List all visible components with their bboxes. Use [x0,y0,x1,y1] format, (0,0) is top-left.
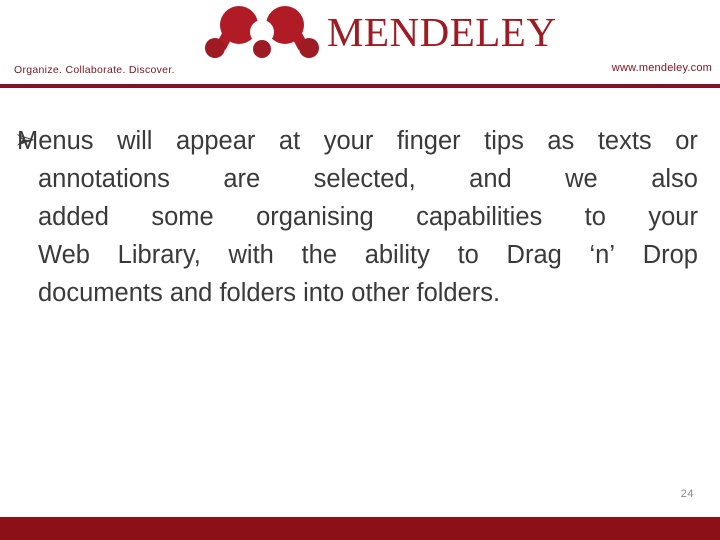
bullet-word: your [648,203,698,231]
bullet-word: Web [38,241,90,269]
bullet-word: capabilities [416,203,543,231]
bullet-line: annotations are selected, and we also [38,160,698,198]
bullet-word: to [457,241,479,269]
bullet-line: added some organising capabilities to your [38,198,698,236]
footer-bar [0,517,720,540]
logo-wordmark: MENDELEY [327,8,557,55]
bullet-paragraph: Menus will appear at your finger tips as texts or… [17,122,698,312]
bullet-word: Drag [506,241,562,269]
slide-content: ➢ Menus will appear at your finger tips as texts… [0,122,720,312]
header-divider [0,84,720,88]
bullet-word: with [228,241,274,269]
bullet-word: your [323,127,374,155]
bullet-word: ability [364,241,430,269]
bullet-word: at [278,127,301,155]
page-number: 24 [680,488,694,500]
bullet-word: will [117,127,153,155]
slide: MENDELEY Organize. Collaborate. Discover… [0,0,720,540]
bullet-word: tips [484,127,524,155]
bullet-word: to [584,203,606,231]
bullet-word: appear [176,127,256,155]
tagline: Organize. Collaborate. Discover. [14,64,175,76]
website-url: www.mendeley.com [611,62,712,74]
bullet-word: ‘n’ [589,241,616,269]
bullet-word: some [151,203,214,231]
bullet-word: and [469,165,512,193]
bullet-list-item: ➢ Menus will appear at your finger tips as texts… [0,122,720,312]
mendeley-logo: MENDELEY [203,4,556,60]
bullet-line: Web Library, with the ability to Drag ‘n’ Drop [38,236,698,274]
arrow-bullet-icon: ➢ [14,125,36,155]
bullet-word: organising [256,203,374,231]
bullet-word: are [223,165,261,193]
bullet-line: documents and folders into other folders… [38,279,501,307]
bullet-word: finger [396,127,461,155]
slide-header: MENDELEY Organize. Collaborate. Discover… [0,0,720,88]
bullet-word: Library, [117,241,201,269]
bullet-word: or [675,127,698,155]
bullet-word: Drop [642,241,698,269]
bullet-word: texts [597,127,652,155]
bullet-word: we [565,165,598,193]
bullet-word: selected, [313,165,416,193]
bullet-word: added [38,203,109,231]
bullet-word: the [301,241,337,269]
bullet-word: annotations [38,165,170,193]
bullet-word: also [651,165,698,193]
mendeley-molecule-logo-icon [205,6,319,58]
bullet-word: as [547,127,575,155]
bullet-line: Menus will appear at your finger tips as texts or [17,122,698,160]
